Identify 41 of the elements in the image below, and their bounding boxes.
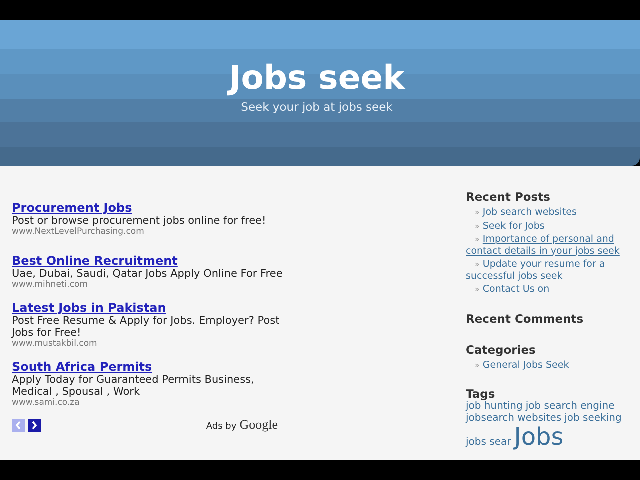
category-link[interactable]: » General Jobs Seek [466,360,634,371]
bullet-icon: » [475,360,480,371]
ad-title-link[interactable]: South Africa Permits [12,360,284,374]
ad-url: www.mihneti.com [12,280,89,291]
tag-link[interactable]: job hunting [466,401,523,412]
site-subtitle: Seek your job at jobs seek [241,100,393,114]
ads-brand-label: Google [240,417,278,433]
tag-link[interactable]: job seeking [564,412,622,424]
tag-link[interactable]: Jobs [514,424,564,450]
post-link[interactable]: » Seek for Jobs [466,220,634,232]
ad-text: Post Free Resume & Apply for Jobs. Employer? Post Jobs for Free! [12,315,281,339]
section-heading: Tags [466,387,496,401]
ads-by-label: Ads by [206,422,237,432]
post-link[interactable]: » Importance of personal and contact details in your jobs seek [466,234,634,257]
chevron-left-icon [15,420,22,430]
section-heading: Recent Posts [466,190,552,204]
post-link[interactable]: » Contact Us on [466,284,634,296]
tag-link[interactable]: jobs sear [466,437,512,448]
post-link[interactable]: » Update your resume for a successful jobs seek [466,259,634,282]
bullet-icon: » [475,207,480,218]
section-heading: Recent Comments [466,312,585,326]
tag-link[interactable]: job search engine [526,401,615,412]
ad-url: www.NextLevelPurchasing.com [12,227,146,238]
ad-text: Apply Today for Guaranteed Permits Business, Medical , Spousal , Work [12,374,256,398]
ad-text: Post or browse procurement jobs online for free! [12,215,268,227]
bullet-icon: » [475,284,480,296]
next-ad-button[interactable] [28,418,41,432]
ad-text: Uae, Dubai, Saudi, Qatar Jobs Apply Online For Free [12,268,284,280]
ad-title-link[interactable]: Latest Jobs in Pakistan [12,301,284,315]
chevron-right-icon [31,420,38,430]
site-title: Jobs seek [228,58,406,98]
bullet-icon: » [475,234,480,246]
tag-link[interactable]: jobsearch websites [466,412,562,424]
ad-url: www.sami.co.za [12,398,81,409]
section-heading: Categories [466,342,537,356]
bullet-icon: » [475,259,480,270]
post-link[interactable]: » Job search websites [466,207,634,218]
ad-title-link[interactable]: Procurement Jobs [12,201,284,215]
ad-title-link[interactable]: Best Online Recruitment [12,254,284,268]
bullet-icon: » [475,220,480,232]
ad-url: www.mustakbil.com [12,339,98,350]
